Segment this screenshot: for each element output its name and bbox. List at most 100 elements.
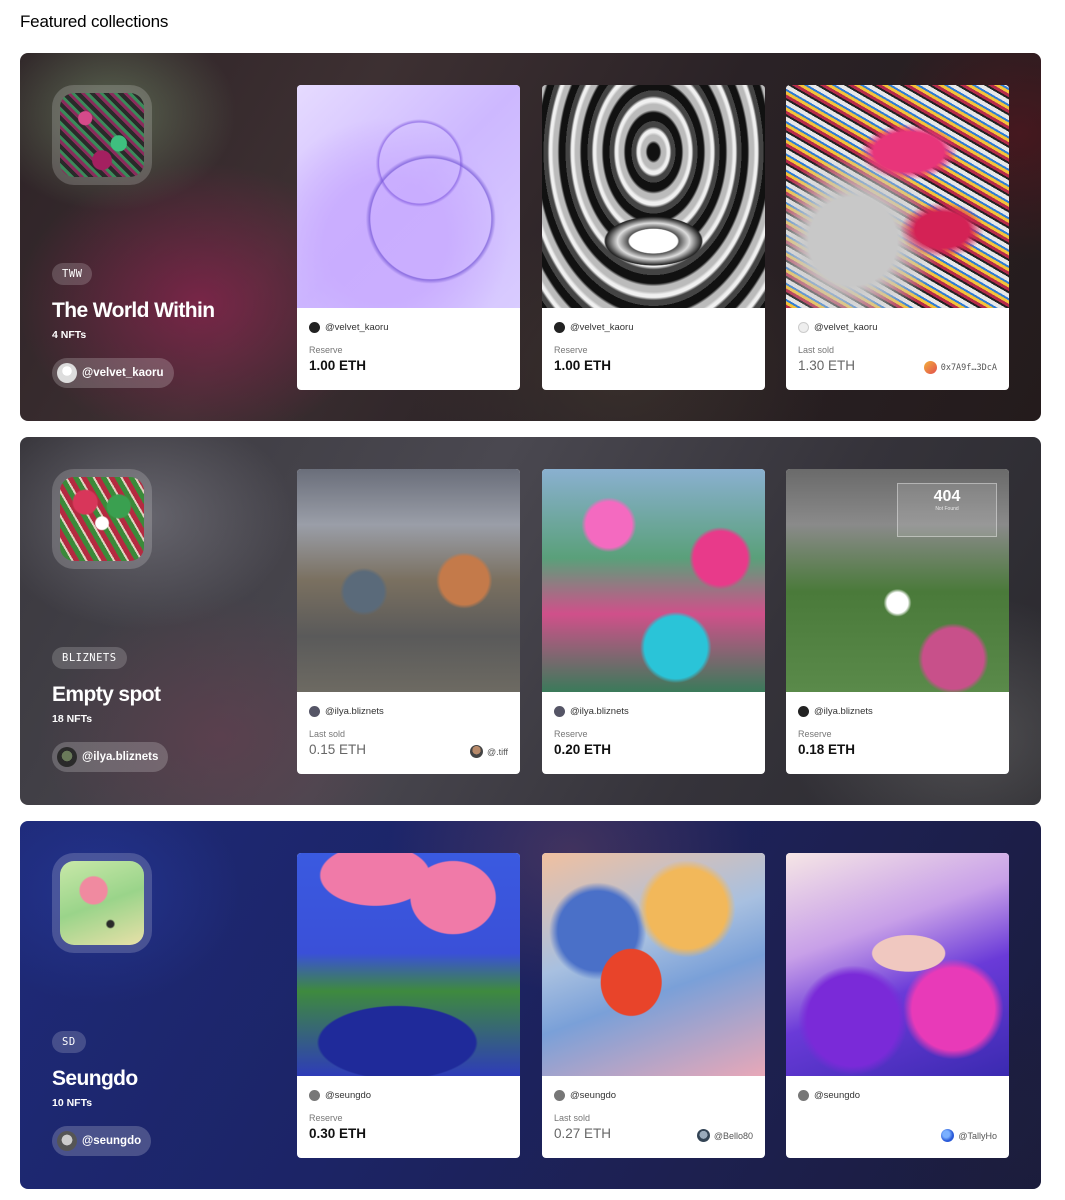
nft-card[interactable]: @seungdo Reserve 0.30 ETH (297, 853, 520, 1158)
owner-link[interactable]: @ilya.bliznets (309, 704, 508, 718)
error-text: Not Found (935, 506, 959, 512)
buyer-username: @Bello80 (713, 1130, 753, 1141)
price-label: Reserve (798, 729, 832, 739)
owner-username: @ilya.bliznets (814, 705, 873, 717)
avatar (57, 1131, 77, 1151)
collection-name[interactable]: Empty spot (52, 683, 161, 707)
owner-link[interactable]: @ilya.bliznets (554, 704, 753, 718)
owner-username: @seungdo (814, 1089, 861, 1101)
owner-link[interactable]: @velvet_kaoru (798, 320, 997, 334)
nft-artwork[interactable] (297, 85, 520, 308)
collection-symbol-tag: SD (52, 1031, 86, 1053)
collection-thumbnail[interactable] (52, 469, 152, 569)
owner-username: @seungdo (325, 1089, 372, 1101)
collection-name[interactable]: The World Within (52, 299, 215, 323)
avatar (309, 1089, 320, 1101)
price-value: 1.00 ETH (554, 358, 612, 373)
avatar (923, 361, 937, 374)
collection-card[interactable]: TWW The World Within 4 NFTs @velvet_kaor… (20, 53, 1041, 421)
avatar (798, 321, 809, 333)
nft-card[interactable]: 404 Not Found @ilya.bliznets Reserve 0.1… (786, 469, 1009, 774)
buyer-link[interactable]: @Bello80 (696, 1129, 753, 1142)
price-label: Reserve (554, 345, 588, 355)
avatar (57, 747, 77, 767)
price-label: Reserve (309, 1113, 343, 1123)
price-value: 0.30 ETH (309, 1126, 367, 1141)
creator-username: @seungdo (82, 1135, 142, 1147)
creator-username: @ilya.bliznets (82, 751, 159, 763)
owner-link[interactable]: @seungdo (798, 1088, 997, 1102)
collection-card[interactable]: SD Seungdo 10 NFTs @seungdo @seungdo Res… (20, 821, 1041, 1189)
buyer-link[interactable]: 0x7A9f…3DcA (923, 361, 997, 374)
price-value: 0.18 ETH (798, 742, 856, 757)
creator-link[interactable]: @seungdo (52, 1126, 152, 1156)
collection-nft-count: 4 NFTs (52, 329, 87, 341)
avatar (309, 321, 320, 333)
owner-username: @velvet_kaoru (570, 321, 634, 333)
nft-artwork[interactable] (542, 853, 765, 1076)
nft-artwork[interactable] (786, 85, 1009, 308)
owner-link[interactable]: @velvet_kaoru (309, 320, 508, 334)
collection-nft-count: 10 NFTs (52, 1097, 93, 1109)
price-value: 1.00 ETH (309, 358, 367, 373)
owner-username: @velvet_kaoru (325, 321, 389, 333)
owner-link[interactable]: @seungdo (309, 1088, 508, 1102)
nft-artwork[interactable] (297, 469, 520, 692)
nft-artwork[interactable] (297, 853, 520, 1076)
nft-card[interactable]: @velvet_kaoru Reserve 1.00 ETH (542, 85, 765, 390)
owner-link[interactable]: @velvet_kaoru (554, 320, 753, 334)
owner-username: @ilya.bliznets (570, 705, 629, 717)
nft-card[interactable]: @seungdo @TallyHo (786, 853, 1009, 1158)
avatar (798, 705, 809, 717)
buyer-link[interactable]: @TallyHo (941, 1129, 997, 1142)
collection-symbol-tag: TWW (52, 263, 93, 285)
creator-link[interactable]: @ilya.bliznets (52, 742, 169, 772)
avatar (798, 1089, 809, 1101)
nft-artwork[interactable]: 404 Not Found (786, 469, 1009, 692)
nft-card[interactable]: @ilya.bliznets Reserve 0.20 ETH (542, 469, 765, 774)
avatar (309, 705, 320, 717)
collection-info: BLIZNETS Empty spot 18 NFTs @ilya.blizne… (52, 469, 282, 779)
collection-card[interactable]: BLIZNETS Empty spot 18 NFTs @ilya.blizne… (20, 437, 1041, 805)
nft-artwork[interactable] (542, 469, 765, 692)
nft-card[interactable]: @velvet_kaoru Last sold 1.30 ETH 0x7A9f…… (786, 85, 1009, 390)
nft-artwork[interactable] (542, 85, 765, 308)
avatar (554, 1089, 565, 1101)
creator-username: @velvet_kaoru (82, 367, 164, 379)
buyer-username: @.tiff (487, 746, 508, 757)
collection-thumbnail[interactable] (52, 85, 152, 185)
collection-name[interactable]: Seungdo (52, 1067, 138, 1091)
collection-symbol-tag: BLIZNETS (52, 647, 127, 669)
buyer-address: 0x7A9f…3DcA (940, 362, 997, 373)
creator-link[interactable]: @velvet_kaoru (52, 358, 174, 388)
price-label: Reserve (309, 345, 343, 355)
price-label: Last sold (798, 345, 835, 355)
price-value: 1.30 ETH (798, 358, 856, 373)
nft-card[interactable]: @velvet_kaoru Reserve 1.00 ETH (297, 85, 520, 390)
page-title: Featured collections (20, 12, 169, 31)
owner-username: @seungdo (570, 1089, 617, 1101)
nft-card[interactable]: @seungdo Last sold 0.27 ETH @Bello80 (542, 853, 765, 1158)
buyer-username: @TallyHo (958, 1130, 997, 1141)
collection-thumbnail[interactable] (52, 853, 152, 953)
collection-info: TWW The World Within 4 NFTs @velvet_kaor… (52, 85, 282, 395)
not-found-overlay: 404 Not Found (897, 483, 997, 537)
owner-link[interactable]: @ilya.bliznets (798, 704, 997, 718)
price-label: Last sold (309, 729, 346, 739)
price-value: 0.27 ETH (554, 1126, 612, 1141)
buyer-link[interactable]: @.tiff (470, 745, 508, 758)
price-label: Last sold (554, 1113, 591, 1123)
avatar (696, 1129, 710, 1142)
avatar (941, 1129, 955, 1142)
collection-nft-count: 18 NFTs (52, 713, 93, 725)
owner-link[interactable]: @seungdo (554, 1088, 753, 1102)
collection-info: SD Seungdo 10 NFTs @seungdo (52, 853, 282, 1163)
avatar (554, 321, 565, 333)
avatar (57, 363, 77, 383)
avatar (470, 745, 484, 758)
owner-username: @ilya.bliznets (325, 705, 384, 717)
owner-username: @velvet_kaoru (814, 321, 878, 333)
nft-artwork[interactable] (786, 853, 1009, 1076)
error-code: 404 (933, 488, 961, 505)
nft-card[interactable]: @ilya.bliznets Last sold 0.15 ETH @.tiff (297, 469, 520, 774)
